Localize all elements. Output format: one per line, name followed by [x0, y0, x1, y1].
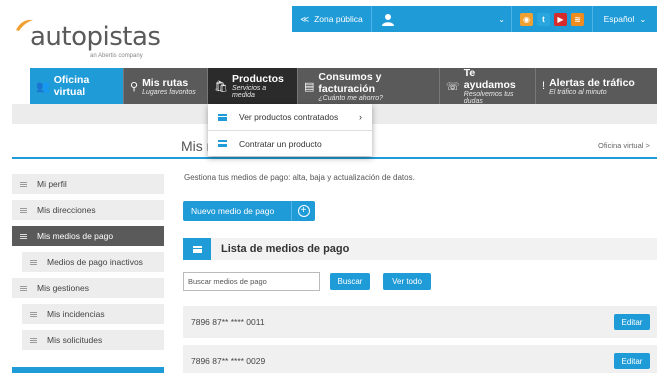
search-input[interactable]	[183, 272, 320, 291]
nav-title: Alertas de tráfico	[549, 76, 635, 89]
list-icon	[218, 140, 227, 147]
chevron-down-icon: ⌄	[498, 14, 505, 24]
payment-card-number: 7896 87** **** 0029	[191, 356, 266, 366]
title-divider	[12, 157, 657, 159]
dropdown-item-contratar[interactable]: Contratar un producto	[208, 130, 372, 156]
productos-dropdown: Ver productos contratados › Contratar un…	[208, 104, 372, 156]
list-icon	[183, 238, 211, 260]
list-icon	[30, 311, 37, 317]
sidebar-item-label: Mis direcciones	[37, 205, 96, 215]
dropdown-item-label: Contratar un producto	[239, 138, 322, 149]
breadcrumb[interactable]: Oficina virtual >	[598, 141, 650, 150]
twitter-icon[interactable]: t	[537, 12, 550, 26]
nav-alertas-trafico[interactable]: ! Alertas de tráfico El tráfico al minut…	[536, 68, 657, 104]
sidebar-item-label: Medios de pago inactivos	[47, 257, 143, 267]
language-selector[interactable]: Español ⌄	[593, 6, 657, 32]
nav-subtitle: Servicios a medida	[231, 85, 267, 99]
user-menu[interactable]: ⌄	[372, 6, 512, 32]
sidebar-item-mis-direcciones[interactable]: Mis direcciones	[12, 200, 164, 220]
sidebar-footer-bar	[12, 367, 164, 373]
list-icon	[20, 181, 27, 187]
sidebar-item-mis-medios-de-pago[interactable]: Mis medios de pago	[12, 226, 164, 246]
show-all-button[interactable]: Ver todo	[383, 273, 431, 290]
top-bar: ≪ Zona pública ⌄ ◉ t ▶ ≋ Español ⌄	[292, 6, 657, 32]
back-arrows-icon: ≪	[300, 13, 310, 24]
main-nav: 👥 Oficina virtual ⚲ Mis rutas Lugares fa…	[30, 67, 657, 105]
alert-icon: !	[542, 80, 546, 92]
dropdown-item-ver-productos[interactable]: Ver productos contratados ›	[208, 104, 372, 130]
new-payment-method-button[interactable]: Nuevo medio de pago +	[183, 201, 315, 221]
sidebar-item-label: Mi perfil	[37, 179, 67, 189]
public-zone-link[interactable]: ≪ Zona pública	[292, 6, 372, 32]
list-icon	[30, 259, 37, 265]
nav-home-label: Oficina virtual	[53, 74, 90, 98]
help-icon: ☏	[446, 80, 460, 93]
nav-subtitle: El tráfico al minuto	[549, 88, 607, 96]
list-icon	[218, 113, 227, 121]
user-icon	[382, 13, 394, 26]
edit-button[interactable]: Editar	[614, 353, 650, 369]
nav-consumos[interactable]: ▤ Consumos y facturación ¿Cuánto me ahor…	[298, 68, 440, 104]
document-icon: ▤	[304, 80, 315, 93]
autopistas-logo[interactable]: autopistas an Abertis company	[14, 16, 164, 59]
sidebar-item-mis-gestiones[interactable]: Mis gestiones	[12, 278, 164, 298]
sidebar-item-label: Mis incidencias	[47, 309, 105, 319]
language-label: Español	[603, 14, 635, 24]
nav-subtitle: Lugares favoritos	[142, 88, 196, 96]
brand-subtitle: an Abertis company	[90, 53, 143, 59]
dropdown-item-label: Ver productos contratados	[239, 112, 339, 122]
list-icon	[30, 337, 37, 343]
list-icon	[20, 285, 27, 291]
nav-title: Productos	[231, 73, 284, 85]
search-button[interactable]: Buscar	[330, 273, 370, 290]
sidebar-item-label: Mis medios de pago	[37, 231, 114, 241]
feed-icon[interactable]: ≋	[571, 12, 584, 26]
youtube-icon[interactable]: ▶	[554, 12, 567, 26]
add-icon-wrap: +	[291, 201, 315, 221]
nav-title: Mis rutas	[142, 76, 189, 89]
nav-oficina-virtual[interactable]: 👥 Oficina virtual	[30, 68, 124, 104]
sidebar-item-label: Mis gestiones	[37, 283, 89, 293]
chevron-down-icon: ⌄	[639, 13, 647, 24]
brand-name: autopistas	[30, 22, 161, 52]
list-icon	[20, 207, 27, 213]
chevron-right-icon: ›	[359, 112, 362, 122]
sidebar-item-label: Mis solicitudes	[47, 335, 103, 345]
social-links: ◉ t ▶ ≋	[512, 6, 593, 32]
public-zone-label: Zona pública	[314, 14, 363, 24]
list-icon	[20, 233, 27, 239]
list-header: Lista de medios de pago	[183, 238, 657, 260]
page-description: Gestiona tus medios de pago: alta, baja …	[184, 173, 415, 182]
rss-icon[interactable]: ◉	[520, 12, 533, 26]
sidebar-item-mis-solicitudes[interactable]: Mis solicitudes	[22, 330, 164, 350]
nav-productos[interactable]: 🛍 Productos Servicios a medida	[208, 68, 298, 104]
table-row: 7896 87** **** 0029 Editar	[183, 345, 657, 373]
route-icon: ⚲	[130, 80, 139, 93]
nav-mis-rutas[interactable]: ⚲ Mis rutas Lugares favoritos	[124, 68, 208, 104]
sidebar: Mi perfil Mis direcciones Mis medios de …	[12, 174, 164, 356]
table-row: 7896 87** **** 0011 Editar	[183, 306, 657, 338]
nav-subtitle: Resolvemos tus dudas	[463, 91, 514, 105]
list-title: Lista de medios de pago	[221, 243, 350, 255]
nav-subtitle: ¿Cuánto me ahorro?	[318, 94, 383, 102]
sidebar-item-medios-inactivos[interactable]: Medios de pago inactivos	[22, 252, 164, 272]
payment-card-number: 7896 87** **** 0011	[191, 317, 265, 327]
plus-circle-icon: +	[297, 205, 310, 217]
edit-button[interactable]: Editar	[614, 314, 650, 330]
users-icon: 👥	[36, 80, 50, 93]
sidebar-item-mi-perfil[interactable]: Mi perfil	[12, 174, 164, 194]
nav-title: Consumos y facturación	[318, 70, 382, 95]
button-label: Nuevo medio de pago	[191, 206, 275, 216]
nav-title: Te ayudamos	[463, 67, 516, 91]
user-name	[398, 13, 493, 25]
nav-te-ayudamos[interactable]: ☏ Te ayudamos Resolvemos tus dudas	[440, 67, 536, 105]
shopping-bag-icon: 🛍	[214, 80, 228, 93]
sidebar-item-mis-incidencias[interactable]: Mis incidencias	[22, 304, 164, 324]
